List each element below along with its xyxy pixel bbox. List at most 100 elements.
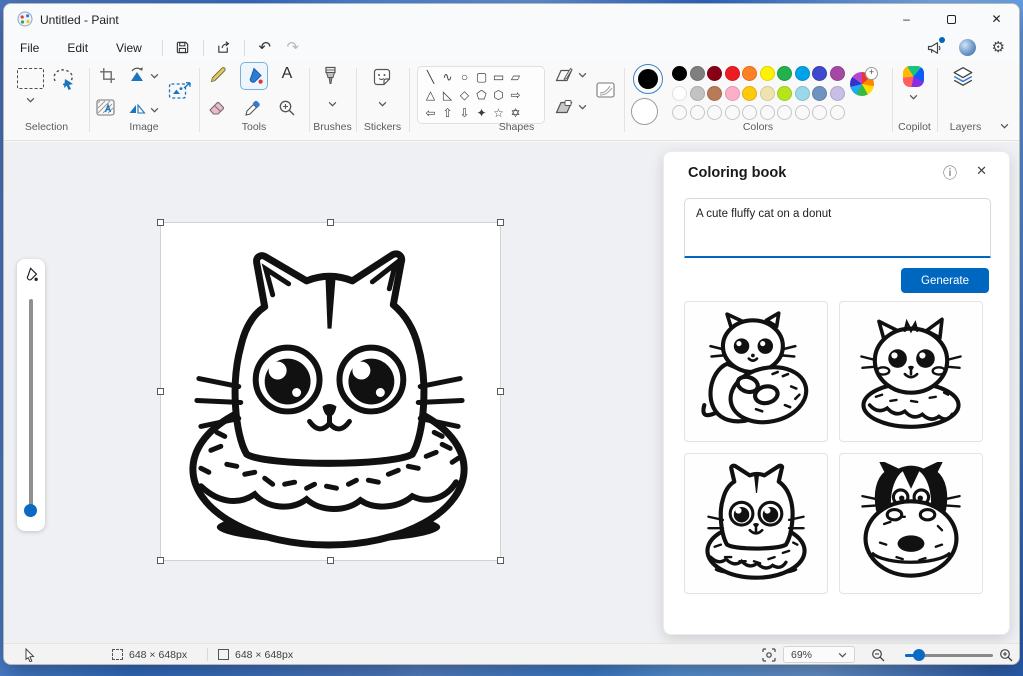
shape-fill-button[interactable]	[555, 99, 573, 115]
shape-option[interactable]: ╲	[422, 68, 439, 86]
color-swatch[interactable]	[812, 86, 827, 101]
color-swatch[interactable]	[795, 66, 810, 81]
custom-color-slot[interactable]	[830, 105, 845, 120]
color-swatch[interactable]	[742, 86, 757, 101]
shape-option[interactable]: ✡	[507, 104, 524, 122]
custom-color-slot[interactable]	[777, 105, 792, 120]
canvas[interactable]	[161, 223, 500, 560]
selection-handle[interactable]	[497, 388, 504, 395]
color-swatch[interactable]	[672, 86, 687, 101]
custom-color-slot[interactable]	[812, 105, 827, 120]
color-swatch[interactable]	[812, 66, 827, 81]
tolerance-slider-track[interactable]	[29, 299, 33, 509]
rectangle-select-tool[interactable]	[17, 68, 44, 89]
color-swatch[interactable]	[725, 66, 740, 81]
custom-color-slot[interactable]	[742, 105, 757, 120]
selection-handle[interactable]	[157, 219, 164, 226]
menu-item-view[interactable]: View	[102, 41, 156, 55]
chevron-down-icon[interactable]	[26, 97, 35, 103]
selection-handle[interactable]	[497, 219, 504, 226]
account-avatar[interactable]	[959, 39, 976, 56]
shape-option[interactable]: ✦	[473, 104, 490, 122]
fit-to-screen-button[interactable]	[762, 644, 776, 665]
share-button[interactable]	[210, 37, 238, 59]
chevron-down-icon[interactable]	[150, 107, 159, 113]
save-button[interactable]	[169, 37, 197, 59]
color-swatch[interactable]	[690, 86, 705, 101]
generated-thumbnail-4[interactable]	[839, 453, 983, 594]
shape-option[interactable]: ⇩	[456, 104, 473, 122]
undo-button[interactable]: ↶	[251, 37, 279, 59]
shape-option[interactable]: ▱	[507, 68, 524, 86]
brushes-button[interactable]	[322, 66, 339, 90]
chevron-down-icon[interactable]	[150, 73, 159, 79]
color-swatch[interactable]	[707, 66, 722, 81]
shape-option[interactable]: ⇨	[507, 86, 524, 104]
shape-option[interactable]: ⇦	[422, 104, 439, 122]
menu-item-file[interactable]: File	[6, 41, 53, 55]
color-swatch[interactable]	[777, 66, 792, 81]
ribbon-collapse-chevron[interactable]	[1000, 123, 1009, 129]
custom-color-slot[interactable]	[795, 105, 810, 120]
magnifier-tool[interactable]	[278, 99, 296, 117]
zoom-in-button[interactable]	[999, 644, 1013, 665]
shape-option[interactable]: ⬡	[490, 86, 507, 104]
color-swatch[interactable]	[777, 86, 792, 101]
zoom-out-button[interactable]	[871, 644, 885, 665]
copilot-button[interactable]	[903, 66, 924, 87]
generated-thumbnail-3[interactable]	[684, 453, 828, 594]
minimize-button[interactable]: –	[884, 4, 929, 34]
close-button[interactable]: ✕	[974, 4, 1019, 34]
shape-option[interactable]: △	[422, 86, 439, 104]
zoom-slider-thumb[interactable]	[913, 649, 925, 661]
text-tool[interactable]: A	[277, 65, 297, 83]
rotate-tool[interactable]	[128, 66, 146, 84]
selection-handle[interactable]	[157, 557, 164, 564]
color-swatch[interactable]	[830, 86, 845, 101]
shape-option[interactable]: ☆	[490, 104, 507, 122]
color-swatch[interactable]	[672, 66, 687, 81]
chevron-down-icon[interactable]	[378, 101, 387, 107]
generate-button[interactable]: Generate	[901, 268, 989, 293]
generated-thumbnail-2[interactable]	[839, 301, 983, 442]
shape-option[interactable]: ∿	[439, 68, 456, 86]
color-swatch[interactable]	[795, 86, 810, 101]
tolerance-slider-thumb[interactable]	[24, 504, 37, 517]
selection-handle[interactable]	[157, 388, 164, 395]
prompt-input[interactable]: A cute fluffy cat on a donut	[684, 198, 991, 258]
edit-colors-button[interactable]	[850, 72, 874, 96]
custom-color-slot[interactable]	[690, 105, 705, 120]
custom-color-slot[interactable]	[725, 105, 740, 120]
settings-gear-icon[interactable]: ⚙	[992, 40, 1005, 55]
generated-thumbnail-1[interactable]	[684, 301, 828, 442]
foreground-color-swatch[interactable]	[633, 64, 663, 94]
shape-option[interactable]: ▢	[473, 68, 490, 86]
color-swatch[interactable]	[707, 86, 722, 101]
selection-handle[interactable]	[327, 557, 334, 564]
eraser-tool[interactable]	[208, 100, 226, 116]
menu-item-edit[interactable]: Edit	[53, 41, 102, 55]
shape-option[interactable]: ▭	[490, 68, 507, 86]
color-swatch[interactable]	[725, 86, 740, 101]
color-swatch[interactable]	[690, 66, 705, 81]
custom-color-slot[interactable]	[672, 105, 687, 120]
shape-outline-button[interactable]	[555, 67, 573, 83]
resize-image-tool[interactable]	[168, 80, 192, 102]
flip-tool[interactable]	[128, 100, 146, 115]
shape-option[interactable]: ⇧	[439, 104, 456, 122]
maximize-button[interactable]	[929, 4, 974, 34]
selection-handle[interactable]	[327, 219, 334, 226]
zoom-slider-track[interactable]	[905, 654, 993, 657]
stickers-button[interactable]	[372, 67, 392, 87]
shape-option[interactable]: ⬠	[473, 86, 490, 104]
color-picker-tool[interactable]	[244, 99, 262, 117]
chevron-down-icon[interactable]	[909, 94, 918, 100]
chevron-down-icon[interactable]	[578, 72, 587, 78]
chevron-down-icon[interactable]	[328, 101, 337, 107]
color-swatch[interactable]	[830, 66, 845, 81]
remove-background-tool[interactable]	[96, 99, 115, 116]
panel-close-button[interactable]: ✕	[976, 163, 987, 179]
redo-button[interactable]: ↷	[279, 37, 307, 59]
shape-option[interactable]: ◇	[456, 86, 473, 104]
layers-button[interactable]	[952, 66, 974, 88]
